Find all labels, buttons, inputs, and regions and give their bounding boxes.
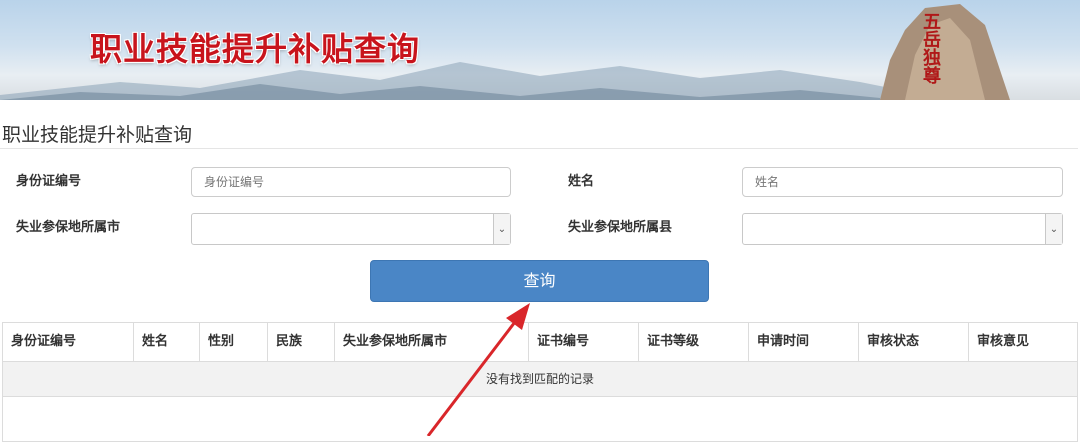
city-label: 失业参保地所属市 — [16, 220, 121, 235]
id-number-input[interactable] — [191, 167, 511, 197]
city-select[interactable]: ⌄ — [191, 213, 511, 245]
column-header[interactable]: 性别 — [200, 323, 268, 361]
column-header[interactable]: 证书编号 — [529, 323, 639, 361]
column-header[interactable]: 证书等级 — [639, 323, 749, 361]
column-header[interactable]: 姓名 — [134, 323, 200, 361]
name-input[interactable] — [742, 167, 1063, 197]
table-header: 身份证编号 姓名 性别 民族 失业参保地所属市 证书编号 证书等级 申请时间 审… — [3, 323, 1077, 362]
query-button[interactable]: 查询 — [370, 260, 709, 302]
column-header[interactable]: 民族 — [268, 323, 335, 361]
id-label: 身份证编号 — [16, 174, 82, 189]
county-select[interactable]: ⌄ — [742, 213, 1063, 245]
results-table: 身份证编号 姓名 性别 民族 失业参保地所属市 证书编号 证书等级 申请时间 审… — [2, 322, 1078, 442]
chevron-down-icon[interactable]: ⌄ — [493, 214, 510, 244]
column-header[interactable]: 审核状态 — [859, 323, 969, 361]
column-header[interactable]: 身份证编号 — [3, 323, 134, 361]
banner-title: 职业技能提升补贴查询 — [90, 30, 421, 68]
empty-results-message: 没有找到匹配的记录 — [3, 362, 1077, 397]
county-label: 失业参保地所属县 — [568, 220, 673, 235]
chevron-down-icon[interactable]: ⌄ — [1045, 214, 1062, 244]
header-banner: 职业技能提升补贴查询 五岳独尊 — [0, 0, 1080, 100]
page-title: 职业技能提升补贴查询 — [2, 124, 193, 146]
divider — [0, 148, 1078, 149]
name-label: 姓名 — [568, 174, 595, 189]
rock-inscription: 五岳独尊 — [920, 12, 941, 84]
column-header[interactable]: 失业参保地所属市 — [335, 323, 529, 361]
column-header[interactable]: 审核意见 — [969, 323, 1077, 361]
column-header[interactable]: 申请时间 — [749, 323, 859, 361]
